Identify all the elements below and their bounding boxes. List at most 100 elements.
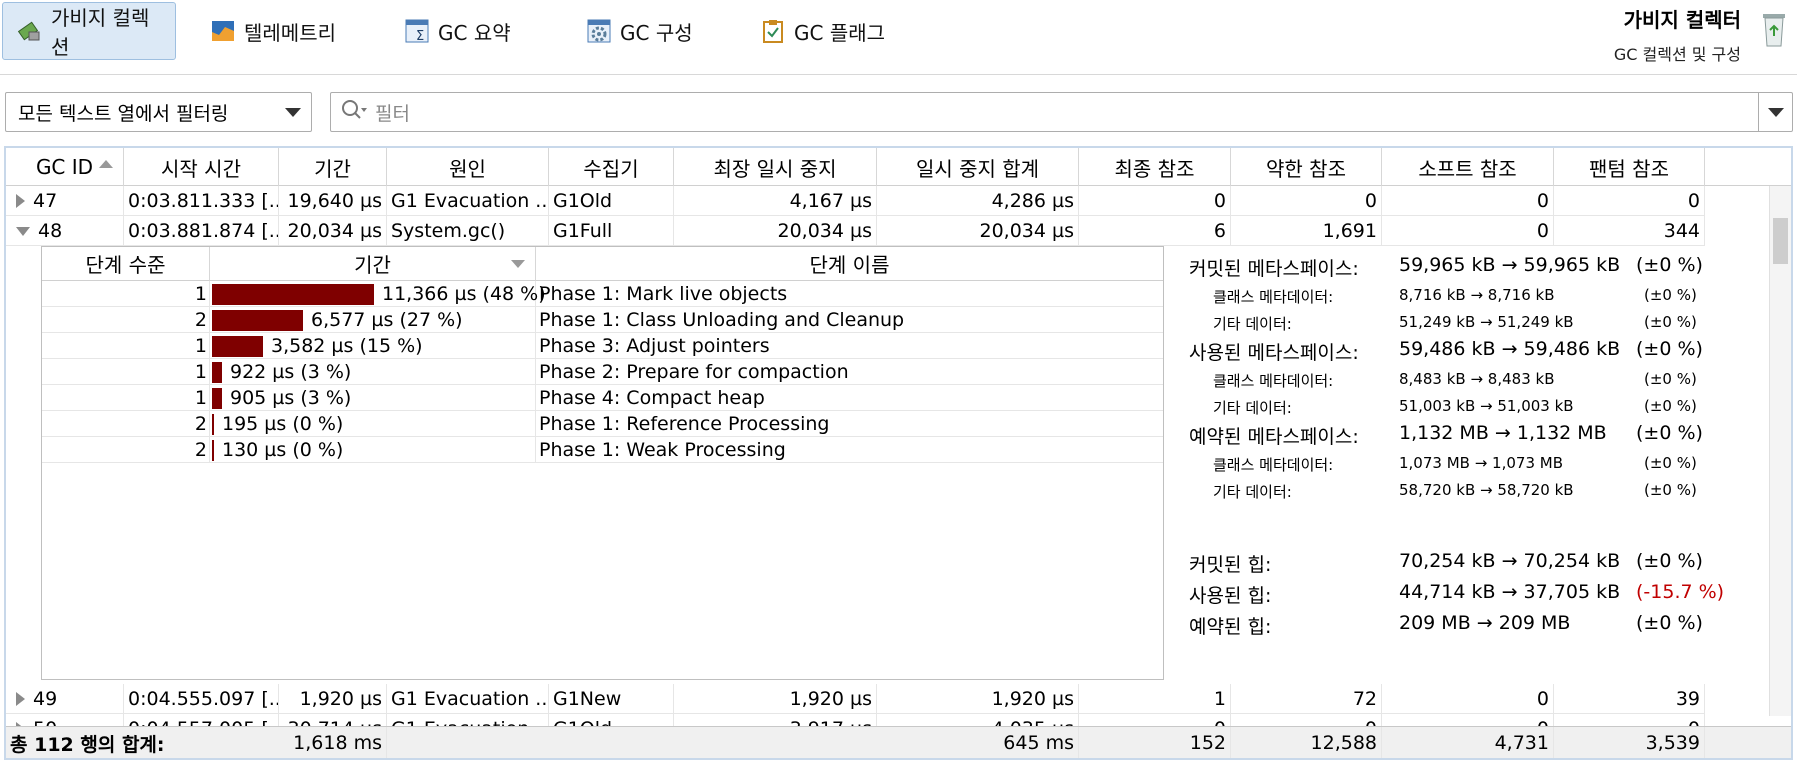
column-header-cause[interactable]: 원인 bbox=[387, 148, 549, 186]
pause-sum-cell: 1,920 µs bbox=[877, 684, 1079, 714]
phase-duration-cell: 6,577 µs (27 %) bbox=[210, 307, 536, 333]
phase-duration-bar bbox=[212, 283, 374, 305]
collector-cell: G1New bbox=[549, 684, 674, 714]
column-header-label: 최장 일시 중지 bbox=[713, 156, 837, 181]
table-row-expanded[interactable]: 48 0:03.881.874 [... 20,034 µs System.gc… bbox=[6, 216, 1705, 246]
phase-duration-label: 905 µs (3 %) bbox=[230, 387, 352, 409]
soft-refs-cell: 0 bbox=[1382, 186, 1554, 216]
column-header-final-refs[interactable]: 최종 참조 bbox=[1079, 148, 1231, 186]
gc-id-cell: 48 bbox=[6, 216, 124, 246]
stat-value: 70,254 kB → 70,254 kB bbox=[1399, 550, 1621, 572]
weak-refs-cell: 72 bbox=[1231, 684, 1382, 714]
duration-cell: 1,920 µs bbox=[279, 684, 387, 714]
table-row[interactable]: 49 0:04.555.097 [... 1,920 µs G1 Evacuat… bbox=[6, 684, 1705, 714]
tab-label: 텔레메트리 bbox=[244, 20, 336, 45]
phase-row[interactable]: 1 922 µs (3 %) Phase 2: Prepare for compac… bbox=[42, 359, 1163, 385]
longest-pause-cell: 4,167 µs bbox=[674, 186, 877, 216]
phase-header-level[interactable]: 단계 수준 bbox=[42, 247, 210, 281]
filter-input[interactable]: 필터 bbox=[330, 92, 1793, 132]
stat-value: 1,132 MB → 1,132 MB bbox=[1399, 422, 1607, 444]
stat-value: 58,720 kB → 58,720 kB bbox=[1399, 481, 1574, 499]
column-header-label: 시작 시간 bbox=[161, 156, 241, 181]
phase-row[interactable]: 1 11,366 µs (48 %) Phase 1: Mark live obje… bbox=[42, 281, 1163, 307]
phase-level: 1 bbox=[42, 333, 210, 359]
soft-refs-cell: 0 bbox=[1382, 216, 1554, 246]
totals-final-refs: 152 bbox=[1079, 727, 1231, 758]
column-header-duration[interactable]: 기간 bbox=[279, 148, 387, 186]
collector-cell: G1Full bbox=[549, 216, 674, 246]
weak-refs-cell: 0 bbox=[1231, 186, 1382, 216]
phase-name: Phase 1: Mark live objects bbox=[539, 283, 788, 305]
toolbar-separator bbox=[0, 74, 1797, 75]
phase-row[interactable]: 2 130 µs (0 %) Phase 1: Weak Processing bbox=[42, 437, 1163, 463]
phase-name: Phase 3: Adjust pointers bbox=[539, 335, 770, 357]
soft-refs-cell: 0 bbox=[1382, 684, 1554, 714]
collapse-icon[interactable] bbox=[16, 226, 30, 236]
column-header-longest-pause[interactable]: 최장 일시 중지 bbox=[674, 148, 877, 186]
column-header-label: 단계 수준 bbox=[85, 253, 166, 277]
cause-cell: System.gc() bbox=[387, 216, 549, 246]
table-row[interactable]: 47 0:03.811.333 [... 19,640 µs G1 Evacua… bbox=[6, 186, 1705, 216]
totals-duration: 1,618 ms bbox=[279, 727, 387, 758]
column-header-weak-refs[interactable]: 약한 참조 bbox=[1231, 148, 1382, 186]
phase-level: 1 bbox=[42, 359, 210, 385]
stat-value: 59,486 kB → 59,486 kB bbox=[1399, 338, 1621, 360]
phase-duration-label: 6,577 µs (27 %) bbox=[311, 309, 463, 331]
phase-level: 1 bbox=[42, 385, 210, 411]
phase-header-name[interactable]: 단계 이름 bbox=[536, 247, 1163, 281]
column-header-label: 최종 참조 bbox=[1114, 156, 1195, 181]
stat-pct: (±0 %) bbox=[1644, 397, 1697, 415]
column-header-collector[interactable]: 수집기 bbox=[549, 148, 674, 186]
phase-row[interactable]: 1 905 µs (3 %) Phase 4: Compact heap bbox=[42, 385, 1163, 411]
longest-pause-cell: 1,920 µs bbox=[674, 684, 877, 714]
phase-duration-label: 11,366 µs (48 %) bbox=[382, 283, 546, 305]
tab-garbage-collection[interactable]: 가비지 컬렉션 bbox=[2, 2, 176, 60]
gc-config-gear-icon bbox=[586, 18, 612, 44]
phase-duration-label: 195 µs (0 %) bbox=[222, 413, 344, 435]
phase-name: Phase 4: Compact heap bbox=[539, 387, 765, 409]
expand-icon[interactable] bbox=[16, 692, 25, 706]
scrollbar-thumb[interactable] bbox=[1773, 218, 1788, 264]
vertical-scrollbar[interactable] bbox=[1769, 186, 1791, 716]
stat-pct: (±0 %) bbox=[1636, 422, 1703, 444]
cause-cell: G1 Evacuation ... bbox=[387, 684, 549, 714]
phase-duration-bar bbox=[212, 361, 222, 383]
phase-row[interactable]: 2 195 µs (0 %) Phase 1: Reference Processi… bbox=[42, 411, 1163, 437]
filter-dropdown-button[interactable] bbox=[1758, 93, 1792, 131]
start-time-cell: 0:03.811.333 [... bbox=[124, 186, 279, 216]
svg-text:Σ: Σ bbox=[416, 29, 424, 44]
expand-icon[interactable] bbox=[16, 194, 25, 208]
stat-label: 커밋된 메타스페이스: bbox=[1189, 258, 1359, 280]
phase-name: Phase 1: Reference Processing bbox=[539, 413, 830, 435]
phase-header-duration[interactable]: 기간 bbox=[210, 247, 536, 281]
column-header-label: 팬텀 참조 bbox=[1589, 156, 1669, 181]
sort-ascending-icon bbox=[99, 160, 113, 168]
gc-flags-clipboard-icon bbox=[760, 18, 786, 44]
phase-row[interactable]: 1 3,582 µs (15 %) Phase 3: Adjust pointers bbox=[42, 333, 1163, 359]
phase-duration-cell: 3,582 µs (15 %) bbox=[210, 333, 536, 359]
tab-telemetry[interactable]: 텔레메트리 bbox=[196, 2, 350, 60]
phase-row[interactable]: 2 6,577 µs (27 %) Phase 1: Class Unloading… bbox=[42, 307, 1163, 333]
toolbar: 가비지 컬렉션 텔레메트리 Σ GC 요약 GC 구성 GC 플래그 가비지 컬… bbox=[0, 0, 1797, 66]
phase-duration-label: 130 µs (0 %) bbox=[222, 439, 344, 461]
tab-gc-summary[interactable]: Σ GC 요약 bbox=[390, 2, 525, 60]
stat-value: 1,073 MB → 1,073 MB bbox=[1399, 454, 1563, 472]
stat-label: 기타 데이터: bbox=[1213, 399, 1292, 417]
tab-gc-config[interactable]: GC 구성 bbox=[572, 2, 707, 60]
tab-label: 가비지 컬렉션 bbox=[51, 6, 150, 59]
longest-pause-cell: 20,034 µs bbox=[674, 216, 877, 246]
column-header-soft-refs[interactable]: 소프트 참조 bbox=[1382, 148, 1554, 186]
column-header-label: 단계 이름 bbox=[809, 253, 890, 277]
stat-label: 사용된 메타스페이스: bbox=[1189, 342, 1359, 364]
totals-pause-sum: 645 ms bbox=[877, 727, 1079, 758]
column-header-phantom-refs[interactable]: 팬텀 참조 bbox=[1554, 148, 1705, 186]
phase-level: 2 bbox=[42, 437, 210, 463]
stat-label: 기타 데이터: bbox=[1213, 315, 1292, 333]
filter-column-select[interactable]: 모든 텍스트 열에서 필터링 bbox=[5, 92, 312, 132]
totals-label: 총 112 행의 합계: bbox=[10, 733, 165, 756]
column-header-pause-sum[interactable]: 일시 중지 합계 bbox=[877, 148, 1079, 186]
column-header-start-time[interactable]: 시작 시간 bbox=[124, 148, 279, 186]
tab-gc-flags[interactable]: GC 플래그 bbox=[746, 2, 899, 60]
column-header-gc-id[interactable]: GC ID bbox=[6, 148, 124, 186]
totals-phantom-refs: 3,539 bbox=[1554, 727, 1705, 758]
